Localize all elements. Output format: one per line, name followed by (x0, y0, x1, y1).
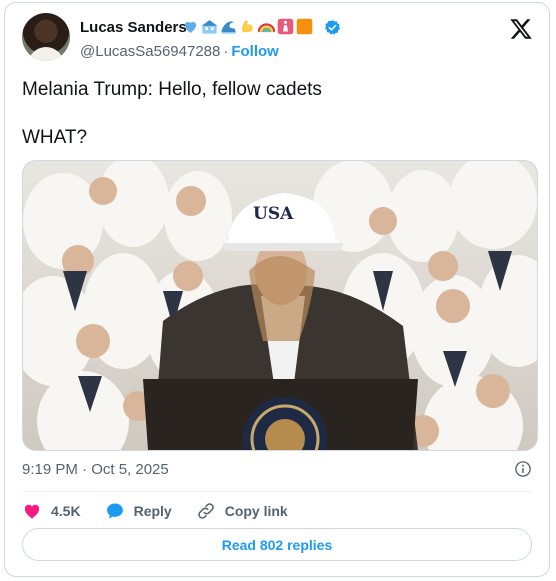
tweet-text-line-2: WHAT? (22, 127, 88, 148)
tweet-timestamp[interactable]: 9:19 PM · Oct 5, 2025 (22, 461, 169, 478)
tweet-text-line-1: Melania Trump: Hello, fellow cadets (22, 79, 322, 100)
water-wave-icon (221, 21, 236, 34)
tweet-media-image[interactable]: USA (22, 160, 538, 451)
handle-row: @LucasSa56947288 · Follow (80, 43, 279, 60)
name-emojis (182, 18, 313, 35)
link-icon (197, 503, 214, 519)
podium (143, 379, 418, 450)
divider (22, 491, 532, 492)
avatar[interactable] (22, 13, 70, 61)
flexed-biceps-icon (242, 20, 253, 33)
copy-link-label: Copy link (224, 503, 288, 519)
orange-square-icon (296, 18, 313, 35)
like-button[interactable]: 4.5K (22, 501, 81, 521)
reply-button[interactable]: Reply (105, 501, 172, 521)
cap-text: USA (253, 204, 294, 224)
blue-heart-icon (184, 21, 197, 33)
info-icon[interactable] (514, 460, 532, 478)
reply-bubble-icon (106, 503, 123, 519)
follow-button[interactable]: Follow (231, 43, 279, 60)
restroom-sign-icon (277, 18, 294, 35)
like-count: 4.5K (51, 503, 81, 519)
reply-label: Reply (133, 503, 172, 519)
action-bar: 4.5K Reply Copy link (22, 500, 312, 522)
tweet-card: Lucas Sanders @LucasSa56947288 · Follow Me… (4, 2, 550, 577)
media-illustration: USA (23, 161, 537, 450)
separator-dot: · (223, 43, 229, 60)
verified-badge-icon[interactable] (324, 19, 341, 36)
rooftop-house-icon (201, 20, 218, 34)
copy-link-button[interactable]: Copy link (196, 501, 288, 521)
read-replies-button[interactable]: Read 802 replies (22, 528, 532, 561)
avatar-shirt (28, 47, 64, 61)
author-handle[interactable]: @LucasSa56947288 (80, 43, 220, 60)
heart-icon (24, 504, 40, 519)
author-name[interactable]: Lucas Sanders (80, 19, 187, 36)
rainbow-icon (258, 23, 275, 33)
x-logo-icon[interactable] (509, 17, 533, 41)
